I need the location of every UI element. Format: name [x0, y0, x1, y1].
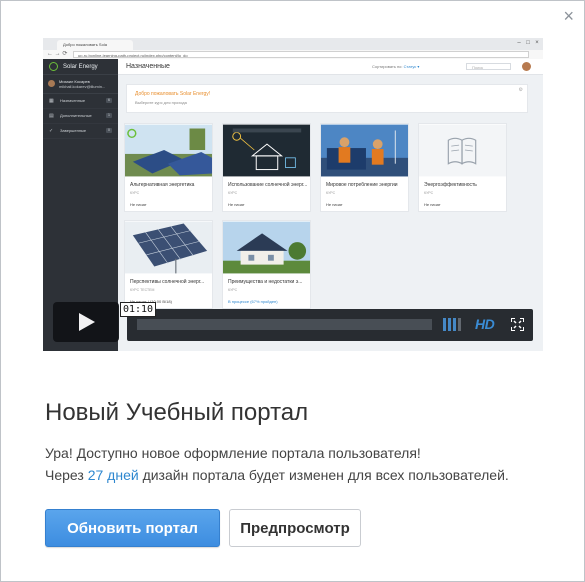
- browser-nav-icons: ← → ⟳: [47, 51, 68, 57]
- page-title: Назначенные: [126, 63, 170, 70]
- solar-array-thumb: [125, 221, 212, 274]
- sidebar-item-completed: ✓ Завершенные 0: [43, 124, 118, 139]
- sidebar-item-label: Дополнительные: [60, 113, 92, 118]
- book-icon-thumb: [419, 124, 506, 177]
- course-card: Мировое потребление энергии КУРС Не нача…: [320, 123, 409, 212]
- card-kind: КУРС: [228, 191, 238, 195]
- card-title: Мировое потребление энергии: [326, 182, 398, 188]
- course-card: Использование солнечной энерг... КУРС Не…: [222, 123, 311, 212]
- document-icon: ▤: [49, 113, 54, 119]
- app-topbar: Назначенные Сортировать по: Статус ▾ Пои…: [118, 59, 543, 75]
- days-remaining: 27 дней: [87, 467, 139, 483]
- card-title: Энергоэффективность: [424, 182, 477, 188]
- message-text: дизайн портала будет изменен для всех по…: [142, 467, 509, 483]
- update-dialog: × Добро пожаловать Sola – □ × ← → ⟳ up-r…: [0, 0, 585, 582]
- sidebar-item-count: 6: [106, 98, 112, 103]
- card-kind: КУРС: [326, 191, 336, 195]
- search-field: Поиск: [466, 63, 511, 70]
- course-card: Перспективы солнечной энерг... КУРС ТЕСТ…: [124, 220, 213, 309]
- card-status: В процессе (67% пройден): [228, 299, 278, 304]
- volume-icon[interactable]: [443, 318, 465, 331]
- card-kind: КУРС: [130, 191, 140, 195]
- brand-name: Solar Energy: [63, 64, 98, 70]
- app-main: Назначенные Сортировать по: Статус ▾ Пои…: [118, 59, 543, 351]
- user-block: Михаил Косарев mikhail.kokarev@illumin..…: [43, 75, 118, 94]
- card-status: Не начат: [326, 202, 343, 207]
- dialog-title: Новый Учебный портал: [45, 399, 309, 426]
- sidebar-item-count: 1: [106, 113, 112, 118]
- card-kind: КУРС: [228, 288, 238, 292]
- solar-panels-thumb: [125, 124, 212, 177]
- hd-toggle[interactable]: HD: [475, 316, 495, 332]
- calendar-icon: ▦: [49, 98, 54, 104]
- course-card: Альтернативная энергетика КУРС Не начат: [124, 123, 213, 212]
- sidebar-item-additional: ▤ Дополнительные 1: [43, 109, 118, 124]
- welcome-subtitle: Выберите курс для прохода: [135, 100, 187, 105]
- dialog-message-line1: Ура! Доступно новое оформление портала п…: [45, 445, 421, 461]
- course-card: Преимущества и недостатки э... КУРС В пр…: [222, 220, 311, 309]
- avatar: [522, 62, 531, 71]
- card-title: Использование солнечной энерг...: [228, 182, 308, 188]
- maximize-icon: □: [526, 40, 530, 46]
- player-controls: HD: [127, 309, 533, 341]
- browser-tabstrip: Добро пожаловать Sola – □ ×: [43, 38, 543, 50]
- sidebar-item-assigned: ▦ Назначенные 6: [43, 94, 118, 109]
- preview-video[interactable]: Добро пожаловать Sola – □ × ← → ⟳ up-ru.…: [43, 38, 543, 351]
- card-title: Перспективы солнечной энерг...: [130, 279, 205, 285]
- solar-house-diagram-thumb: [223, 124, 310, 177]
- play-icon: [79, 313, 95, 331]
- course-card: Энергоэффективность КУРС Не начат: [418, 123, 507, 212]
- sidebar-item-label: Назначенные: [60, 98, 86, 103]
- sidebar-item-count: 0: [106, 128, 112, 133]
- card-status: Не начат: [424, 202, 441, 207]
- card-status: Не начат: [228, 202, 245, 207]
- minimize-icon: –: [517, 40, 521, 46]
- welcome-title: Добро пожаловать Solar Energy!: [135, 91, 211, 97]
- gear-icon: ⚙: [518, 87, 523, 93]
- dialog-message-line2: Через 27 дней дизайн портала будет измен…: [45, 466, 509, 484]
- update-portal-button[interactable]: Обновить портал: [45, 509, 220, 547]
- card-title: Альтернативная энергетика: [130, 182, 195, 188]
- check-icon: ✓: [49, 128, 54, 134]
- play-button[interactable]: [53, 302, 119, 342]
- time-tooltip: 01:10: [120, 302, 156, 317]
- sort-label: Сортировать по:: [372, 64, 403, 69]
- app-brand: Solar Energy: [43, 59, 118, 75]
- avatar: [48, 80, 55, 87]
- fullscreen-icon[interactable]: [511, 318, 524, 331]
- message-text: Через: [45, 467, 84, 483]
- sun-logo-icon: [49, 62, 58, 71]
- card-title: Преимущества и недостатки э...: [228, 279, 303, 285]
- window-close-icon: ×: [535, 40, 539, 46]
- card-kind: КУРС: [424, 191, 434, 195]
- workers-solar-thumb: [321, 124, 408, 177]
- house-roof-thumb: [223, 221, 310, 274]
- browser-tab: Добро пожаловать Sola: [57, 40, 133, 50]
- sort-value: Статус ▾: [403, 64, 420, 69]
- welcome-banner: Добро пожаловать Solar Energy! Выберите …: [126, 84, 528, 113]
- preview-button[interactable]: Предпросмотр: [229, 509, 361, 547]
- seek-bar[interactable]: [137, 319, 432, 330]
- sidebar-item-label: Завершенные: [60, 128, 87, 133]
- close-icon[interactable]: ×: [563, 7, 574, 25]
- sort-control: Сортировать по: Статус ▾: [372, 64, 419, 70]
- user-email: mikhail.kokarev@illumin...: [59, 84, 106, 89]
- card-status: Не начат: [130, 202, 147, 207]
- address-bar: up-ru.bonline-learning-path-project.ru/i…: [73, 51, 529, 58]
- card-kind: КУРС ТЕСТЕМ: [130, 288, 155, 292]
